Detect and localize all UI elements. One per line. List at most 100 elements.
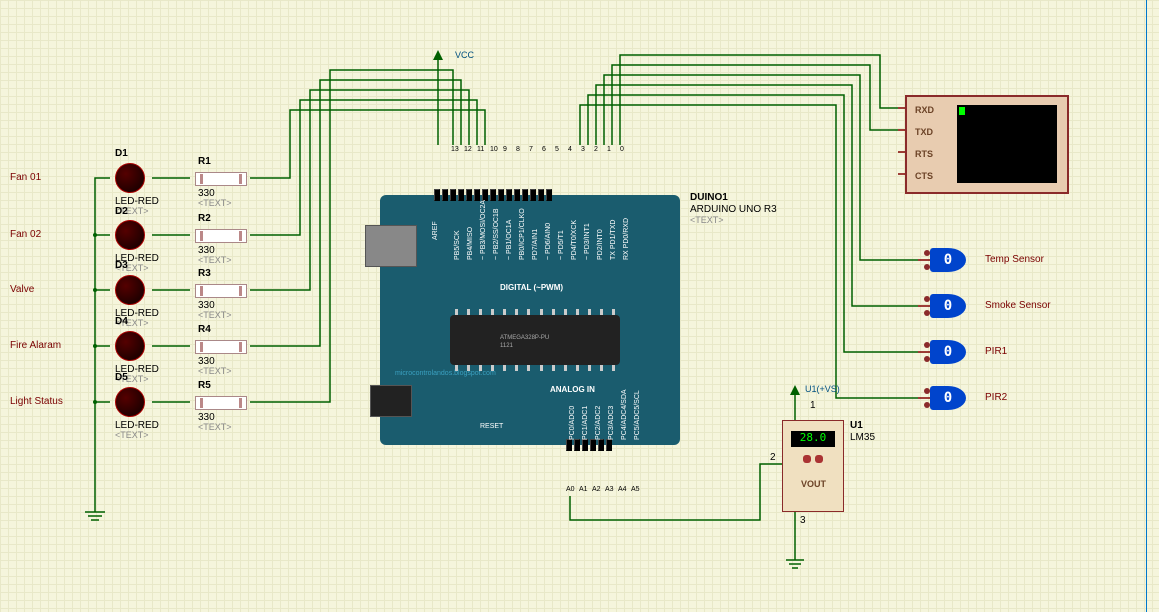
arduino-reset: RESET [480, 423, 503, 430]
usb-port [365, 225, 417, 267]
analog-pin-A4: A4 [618, 486, 627, 493]
r1-ref: R1 [198, 156, 211, 167]
analog-pin-alt-5: PC5/ADC5/SCL [634, 390, 641, 440]
digital-pin-alt-10: ~ PD3/INT1 [584, 223, 591, 260]
led-d4[interactable] [115, 331, 145, 361]
analog-pin-alt-2: PC2/ADC2 [595, 406, 602, 440]
analog-pin-A1: A1 [579, 486, 588, 493]
digital-pin-alt-0: PB5/SCK [454, 230, 461, 260]
lm35-sensor[interactable]: 28.0 VOUT [782, 420, 844, 512]
digital-pin-alt-11: PD2/INT0 [597, 229, 604, 260]
analog-pin-alt-4: PC4/ADC4/SDA [621, 389, 628, 440]
analog-pin-alt-0: PC0/ADC0 [569, 406, 576, 440]
r1-text: <TEXT> [198, 198, 232, 208]
arduino-digital-title: DIGITAL (~PWM) [500, 283, 563, 292]
digital-pin-alt-8: ~ PD5/T1 [558, 230, 565, 260]
resistor-r2[interactable] [195, 229, 255, 243]
schematic-canvas[interactable]: Fan 01 Fan 02 Valve Fire Alaram Light St… [0, 0, 1159, 612]
digital-pin-alt-5: PB0/ICP1/CLKO [519, 208, 526, 260]
vcc-label: VCC [455, 50, 474, 60]
aref-label: AREF [432, 221, 439, 240]
led-d1-ref: D1 [115, 148, 128, 159]
label-pir1: PIR1 [985, 346, 1007, 357]
r3-text: <TEXT> [198, 310, 232, 320]
logic-pir2[interactable]: 0 [930, 386, 966, 410]
logic-smoke[interactable]: 0 [930, 294, 966, 318]
analog-pin-A0: A0 [566, 486, 575, 493]
digital-pin-alt-4: ~ PB1/OC1A [506, 220, 513, 260]
analog-pin-A2: A2 [592, 486, 601, 493]
digital-pin-alt-7: ~ PD6/AIN0 [545, 223, 552, 260]
arduino-name: ARDUINO UNO R3 [690, 204, 777, 215]
label-fire-alarm: Fire Alaram [10, 340, 61, 351]
digital-pin-2: 2 [594, 146, 598, 153]
arduino-credit: microcontrolandos.blogspot.com [395, 370, 496, 377]
power-jack [370, 385, 412, 417]
lm35-ref: U1 [850, 420, 863, 431]
resistor-r5[interactable] [195, 396, 255, 410]
digital-pin-alt-13: RX PD0/RXD [623, 218, 630, 260]
r4-text: <TEXT> [198, 366, 232, 376]
lm35-name: LM35 [850, 432, 875, 443]
led-d5-ref: D5 [115, 372, 128, 383]
digital-pin-13: 13 [451, 146, 459, 153]
lm35-btn-down[interactable] [815, 455, 823, 463]
digital-pin-alt-9: PD4/T0/XCK [571, 220, 578, 260]
chip-num: 1121 [500, 343, 513, 349]
r5-text: <TEXT> [198, 422, 232, 432]
digital-pin-3: 3 [581, 146, 585, 153]
resistor-r1[interactable] [195, 172, 255, 186]
led-d1[interactable] [115, 163, 145, 193]
terminal-cts: CTS [915, 171, 933, 181]
arduino-ref: DUINO1 [690, 192, 728, 203]
digital-pin-10: 10 [490, 146, 498, 153]
r2-text: <TEXT> [198, 255, 232, 265]
digital-pin-alt-1: PB4/MISO [467, 227, 474, 260]
lm35-btn-up[interactable] [803, 455, 811, 463]
terminal-txd: TXD [915, 127, 933, 137]
label-valve: Valve [10, 284, 34, 295]
led-d3[interactable] [115, 275, 145, 305]
arduino-text: <TEXT> [690, 215, 724, 225]
resistor-r4[interactable] [195, 340, 255, 354]
lm35-pin1: 1 [810, 400, 816, 411]
label-fan02: Fan 02 [10, 229, 41, 240]
led-d5-text: <TEXT> [115, 430, 149, 440]
digital-pin-9: 9 [503, 146, 507, 153]
digital-pin-8: 8 [516, 146, 520, 153]
digital-pin-11: 11 [477, 146, 484, 153]
label-temp-sensor: Temp Sensor [985, 254, 1044, 265]
lm35-net: U1(+VS) [805, 384, 840, 394]
digital-pin-alt-2: ~ PB3/MOSI/OC2A [480, 200, 487, 260]
r5-ref: R5 [198, 380, 211, 391]
logic-pir1[interactable]: 0 [930, 340, 966, 364]
label-light-status: Light Status [10, 396, 63, 407]
led-d4-ref: D4 [115, 316, 128, 327]
lm35-pin2: 2 [770, 452, 776, 463]
logic-temp[interactable]: 0 [930, 248, 966, 272]
terminal-screen [957, 105, 1057, 183]
analog-pin-A5: A5 [631, 486, 640, 493]
r4-ref: R4 [198, 324, 211, 335]
digital-pin-alt-6: PD7/AIN1 [532, 229, 539, 260]
label-smoke-sensor: Smoke Sensor [985, 300, 1051, 311]
digital-pin-0: 0 [620, 146, 624, 153]
analog-pin-A3: A3 [605, 486, 614, 493]
lm35-pin3: 3 [800, 515, 806, 526]
led-d2[interactable] [115, 220, 145, 250]
r2-ref: R2 [198, 213, 211, 224]
virtual-terminal[interactable]: RXD TXD RTS CTS [905, 95, 1069, 194]
r3-ref: R3 [198, 268, 211, 279]
arduino-analog-title: ANALOG IN [550, 385, 595, 394]
digital-pin-4: 4 [568, 146, 572, 153]
chip-label: ATMEGA328P-PU [500, 335, 549, 341]
resistor-r3[interactable] [195, 284, 255, 298]
analog-pin-alt-3: PC3/ADC3 [608, 406, 615, 440]
atmega-chip: ATMEGA328P-PU 1121 [450, 315, 620, 365]
terminal-rts: RTS [915, 149, 933, 159]
led-d5[interactable] [115, 387, 145, 417]
digital-pin-5: 5 [555, 146, 559, 153]
arduino-digital-header [434, 189, 552, 201]
digital-pin-6: 6 [542, 146, 546, 153]
label-fan01: Fan 01 [10, 172, 41, 183]
